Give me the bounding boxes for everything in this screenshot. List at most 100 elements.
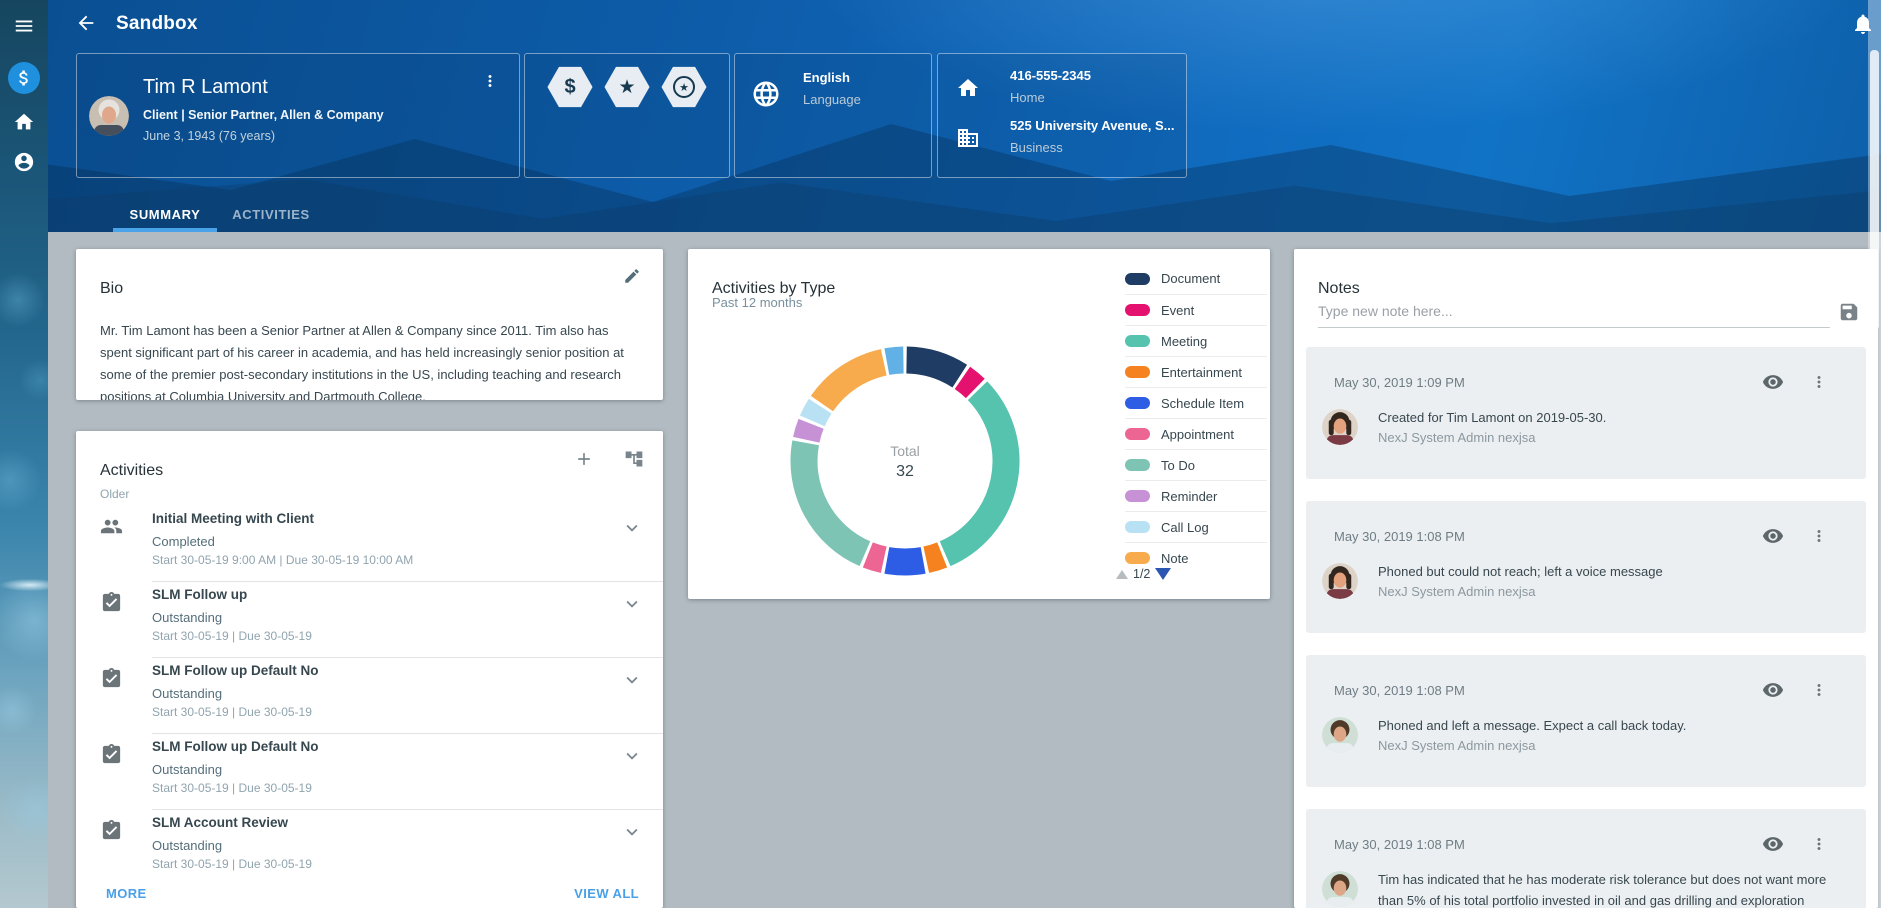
task-check-icon bbox=[100, 591, 123, 619]
legend-item[interactable]: Call Log bbox=[1125, 511, 1267, 542]
hamburger-menu-icon bbox=[13, 15, 35, 37]
donut-segment-Reminder[interactable]: Reminder: 1 bbox=[806, 424, 811, 440]
arrow-back-icon bbox=[75, 12, 97, 34]
active-tab-indicator bbox=[113, 228, 217, 232]
donut-segment-Document[interactable]: Document: 3 bbox=[907, 360, 960, 376]
note-more-button[interactable] bbox=[1808, 833, 1830, 858]
donut-chart[interactable]: Document: 3Event: 1 Meeting: 10Entertainm… bbox=[785, 341, 1025, 581]
activity-list-item[interactable]: SLM Follow up Default No Outstanding Sta… bbox=[76, 657, 663, 733]
sidebar-item-finance[interactable] bbox=[8, 62, 40, 94]
vertical-scrollbar[interactable] bbox=[1868, 0, 1881, 908]
note-item[interactable]: May 30, 2019 1:08 PM Tim has indicated t… bbox=[1306, 809, 1866, 908]
legend-page-down-icon[interactable] bbox=[1155, 568, 1171, 580]
tab-activities-label: ACTIVITIES bbox=[232, 207, 310, 222]
note-visibility-button[interactable] bbox=[1760, 831, 1786, 860]
legend-item[interactable]: Reminder bbox=[1125, 480, 1267, 511]
notes-card: Notes May 30, 2019 1:09 PM Created for T… bbox=[1294, 249, 1878, 908]
legend-item[interactable]: Appointment bbox=[1125, 418, 1267, 449]
badge-star[interactable]: ★ bbox=[604, 66, 650, 108]
legend-item[interactable]: Event bbox=[1125, 294, 1267, 325]
note-item[interactable]: May 30, 2019 1:08 PM Phoned and left a m… bbox=[1306, 655, 1866, 787]
legend-label: Event bbox=[1161, 303, 1194, 318]
note-visibility-button[interactable] bbox=[1760, 369, 1786, 398]
legend-item[interactable]: Entertainment bbox=[1125, 356, 1267, 387]
bio-text: Mr. Tim Lamont has been a Senior Partner… bbox=[100, 320, 640, 400]
note-visibility-button[interactable] bbox=[1760, 523, 1786, 552]
legend-label: Schedule Item bbox=[1161, 396, 1244, 411]
donut-segment-other[interactable]: : 1 bbox=[887, 360, 904, 362]
donut-segment-Meeting[interactable]: Meeting: 10 bbox=[945, 391, 1006, 554]
people-icon bbox=[100, 515, 123, 543]
sidebar-item-home[interactable] bbox=[0, 110, 48, 134]
profile-more-button[interactable] bbox=[479, 70, 501, 95]
legend-label: Document bbox=[1161, 271, 1220, 286]
new-note-input[interactable] bbox=[1318, 299, 1830, 328]
more-button[interactable]: MORE bbox=[106, 886, 147, 901]
app-window: Sandbox Tim R Lamont Client | Se bbox=[0, 0, 1881, 908]
note-text: Phoned and left a message. Expect a call… bbox=[1378, 715, 1848, 736]
legend-item[interactable]: Meeting bbox=[1125, 325, 1267, 356]
legend-page-up-icon[interactable] bbox=[1116, 570, 1128, 579]
tab-activities[interactable]: ACTIVITIES bbox=[225, 196, 317, 232]
menu-button[interactable] bbox=[0, 14, 48, 38]
person-icon bbox=[13, 151, 35, 173]
people-icon bbox=[100, 515, 123, 538]
expand-activity-button[interactable] bbox=[621, 517, 643, 542]
activity-title: SLM Account Review bbox=[152, 815, 288, 830]
note-more-button[interactable] bbox=[1808, 371, 1830, 396]
activities-by-type-card: Activities by Type Past 12 months Docume… bbox=[688, 249, 1270, 599]
note-visibility-button[interactable] bbox=[1760, 677, 1786, 706]
legend-item[interactable]: To Do bbox=[1125, 449, 1267, 480]
avatar-image bbox=[89, 96, 129, 136]
legend-swatch bbox=[1125, 366, 1150, 378]
expand-activity-button[interactable] bbox=[621, 669, 643, 694]
donut-segment-Entertainment[interactable]: Entertainment: 1 bbox=[926, 555, 942, 560]
building-icon bbox=[956, 126, 980, 155]
save-note-button[interactable] bbox=[1836, 299, 1862, 328]
note-author-avatar bbox=[1322, 871, 1358, 907]
address-value[interactable]: 525 University Avenue, S... bbox=[1010, 118, 1175, 133]
note-more-button[interactable] bbox=[1808, 525, 1830, 550]
donut-segment-Call Log[interactable]: Call Log: 1 bbox=[812, 406, 820, 421]
legend-swatch bbox=[1125, 273, 1150, 285]
chevron-down-icon bbox=[621, 593, 643, 615]
phone-number[interactable]: 416-555-2345 bbox=[1010, 68, 1091, 83]
note-item[interactable]: May 30, 2019 1:08 PM Phoned but could no… bbox=[1306, 501, 1866, 633]
language-value: English bbox=[803, 70, 850, 85]
expand-activity-button[interactable] bbox=[621, 821, 643, 846]
add-activity-button[interactable] bbox=[572, 447, 596, 474]
activity-list-item[interactable]: SLM Account Review Outstanding Start 30-… bbox=[76, 809, 663, 885]
expand-activity-button[interactable] bbox=[621, 745, 643, 770]
donut-segment-Event[interactable]: Event: 1 bbox=[962, 378, 975, 389]
pencil-icon bbox=[623, 267, 641, 285]
legend-item[interactable]: Document bbox=[1125, 263, 1267, 294]
legend-item[interactable]: Schedule Item bbox=[1125, 387, 1267, 418]
edit-bio-button[interactable] bbox=[621, 265, 643, 290]
note-item[interactable]: May 30, 2019 1:09 PM Created for Tim Lam… bbox=[1306, 347, 1866, 479]
back-button[interactable] bbox=[66, 4, 106, 44]
donut-segment-Schedule Item[interactable]: Schedule Item: 2 bbox=[887, 560, 923, 562]
activity-dates: Start 30-05-19 | Due 30-05-19 bbox=[152, 781, 312, 795]
donut-segment-Note[interactable]: Note: 4 bbox=[822, 362, 884, 403]
legend-item[interactable]: Note bbox=[1125, 542, 1267, 565]
badge-star-circle[interactable]: ★ bbox=[661, 66, 707, 108]
expand-activity-button[interactable] bbox=[621, 593, 643, 618]
view-all-button[interactable]: VIEW ALL bbox=[574, 886, 639, 901]
donut-segment-Appointment[interactable]: Appointment: 1 bbox=[868, 555, 884, 560]
chevron-down-icon bbox=[621, 821, 643, 843]
task-check-icon bbox=[100, 819, 123, 842]
profile-avatar bbox=[89, 96, 129, 136]
scrollbar-thumb[interactable] bbox=[1870, 50, 1879, 330]
donut-segment-To Do[interactable]: To Do: 7 bbox=[804, 443, 865, 554]
activity-list-item[interactable]: Initial Meeting with Client Completed St… bbox=[76, 505, 663, 581]
note-more-button[interactable] bbox=[1808, 679, 1830, 704]
badge-dollar[interactable]: $ bbox=[547, 66, 593, 108]
tab-summary[interactable]: SUMMARY bbox=[113, 196, 217, 232]
profile-summary-card: Tim R Lamont Client | Senior Partner, Al… bbox=[76, 53, 520, 178]
sidebar-item-contacts[interactable] bbox=[0, 150, 48, 174]
activity-list-item[interactable]: SLM Follow up Outstanding Start 30-05-19… bbox=[76, 581, 663, 657]
activity-list-item[interactable]: SLM Follow up Default No Outstanding Sta… bbox=[76, 733, 663, 809]
legend-swatch bbox=[1125, 521, 1150, 533]
hierarchy-view-button[interactable] bbox=[622, 447, 646, 474]
contact-info-card: 416-555-2345 Home 525 University Avenue,… bbox=[937, 53, 1187, 178]
